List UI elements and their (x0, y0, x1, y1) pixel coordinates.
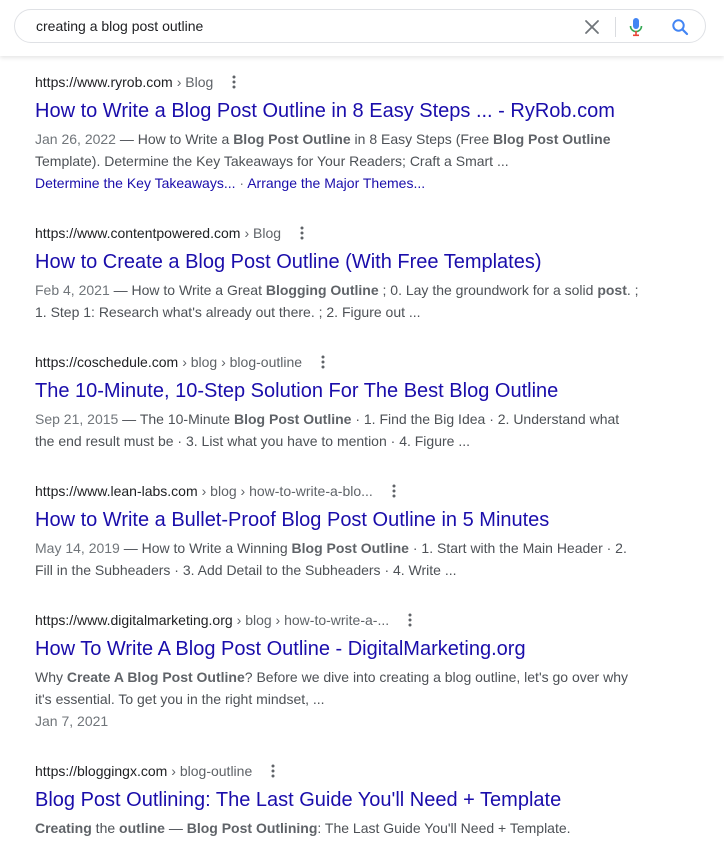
snippet-bold: Blog Post Outlining (186, 820, 318, 836)
result-citation: https://www.contentpowered.com › Blog (35, 224, 675, 242)
search-result: https://www.ryrob.com › Blog How to Writ… (35, 73, 675, 194)
result-path: › blog › blog-outline (182, 354, 303, 370)
result-options-button[interactable] (293, 224, 311, 242)
result-date: Sep 21, 2015 (35, 411, 119, 427)
result-domain: https://www.lean-labs.com (35, 483, 198, 499)
snippet-text: : The Last Guide You'll Need + Template. (317, 820, 571, 836)
search-result: https://coschedule.com › blog › blog-out… (35, 353, 675, 452)
snippet-text: How to Write a Great (131, 282, 266, 298)
result-snippet: Sep 21, 2015 — The 10-Minute Blog Post O… (35, 408, 640, 452)
snippet-text: — (109, 282, 132, 298)
result-title-link[interactable]: The 10-Minute, 10-Step Solution For The … (35, 378, 675, 404)
search-icon (672, 19, 689, 36)
result-snippet: Feb 4, 2021 — How to Write a Great Blogg… (35, 279, 640, 323)
result-citation: https://bloggingx.com › blog-outline (35, 762, 675, 780)
snippet-text: in 8 Easy Steps (Free (350, 131, 494, 147)
close-icon (585, 20, 599, 34)
snippet-text: Why (35, 669, 67, 685)
result-title-link[interactable]: Blog Post Outlining: The Last Guide You'… (35, 787, 675, 813)
result-sitelinks: Determine the Key Takeaways... · Arrange… (35, 172, 675, 194)
snippet-bold: Blog Post Outline (291, 540, 409, 556)
result-path: › blog › how-to-write-a-blo... (201, 483, 373, 499)
result-date: Feb 4, 2021 (35, 282, 110, 298)
search-result: https://www.digitalmarketing.org › blog … (35, 611, 675, 732)
result-path: › blog › how-to-write-a-... (236, 612, 390, 628)
result-options-button[interactable] (401, 611, 419, 629)
result-domain: https://www.contentpowered.com (35, 225, 241, 241)
result-domain: https://www.ryrob.com (35, 74, 173, 90)
snippet-text: — (115, 131, 138, 147)
result-path: › Blog (244, 225, 282, 241)
search-divider (615, 17, 616, 37)
result-title-link[interactable]: How To Write A Blog Post Outline - Digit… (35, 636, 675, 662)
result-path: › blog-outline (171, 763, 253, 779)
search-box[interactable] (14, 9, 706, 43)
search-result: https://www.lean-labs.com › blog › how-t… (35, 482, 675, 581)
result-snippet: Creating the outline — Blog Post Outlini… (35, 817, 640, 839)
snippet-bold: outline (119, 820, 165, 836)
snippet-text: How to Write a Winning (141, 540, 292, 556)
snippet-text: — (119, 540, 142, 556)
search-submit-button[interactable] (669, 16, 691, 38)
result-domain: https://bloggingx.com (35, 763, 168, 779)
snippet-bold: Create A Blog Post Outline (66, 669, 245, 685)
snippet-text: — (118, 411, 140, 427)
microphone-icon (629, 18, 643, 37)
snippet-bold: Creating (35, 820, 92, 836)
result-date: Jan 26, 2022 (35, 131, 116, 147)
result-domain: https://coschedule.com (35, 354, 179, 370)
snippet-bold: Blog Post Outline (234, 411, 352, 427)
result-date: May 14, 2019 (35, 540, 120, 556)
result-title-link[interactable]: How to Create a Blog Post Outline (With … (35, 249, 675, 275)
snippet-text: ; 0. Lay the groundwork for a solid (378, 282, 598, 298)
snippet-text: Template). Determine the Key Takeaways f… (35, 153, 509, 169)
snippet-bold: post (597, 282, 627, 298)
result-options-button[interactable] (264, 762, 282, 780)
search-header (0, 0, 724, 56)
result-options-button[interactable] (225, 73, 243, 91)
search-input[interactable] (36, 10, 576, 42)
more-vert-icon (300, 226, 304, 240)
snippet-text: — (164, 820, 187, 836)
more-vert-icon (392, 484, 396, 498)
more-vert-icon (271, 764, 275, 778)
result-citation: https://www.ryrob.com › Blog (35, 73, 675, 91)
search-result: https://bloggingx.com › blog-outline Blo… (35, 762, 675, 839)
sitelink-key-takeaways[interactable]: Determine the Key Takeaways... (35, 175, 236, 191)
result-options-button[interactable] (314, 353, 332, 371)
result-snippet: Why Create A Blog Post Outline? Before w… (35, 666, 640, 710)
more-vert-icon (321, 355, 325, 369)
result-title-link[interactable]: How to Write a Blog Post Outline in 8 Ea… (35, 98, 675, 124)
result-domain: https://www.digitalmarketing.org (35, 612, 233, 628)
more-vert-icon (408, 613, 412, 627)
result-path: › Blog (176, 74, 214, 90)
snippet-bold: Blogging Outline (265, 282, 379, 298)
snippet-text: How to Write a (137, 131, 234, 147)
result-snippet: Jan 26, 2022 — How to Write a Blog Post … (35, 128, 640, 172)
result-options-button[interactable] (385, 482, 403, 500)
sitelink-major-themes[interactable]: Arrange the Major Themes... (247, 175, 425, 191)
result-date: Jan 7, 2021 (35, 713, 109, 729)
clear-search-button[interactable] (581, 16, 603, 38)
snippet-bold: Blog Post Outline (233, 131, 351, 147)
more-vert-icon (232, 75, 236, 89)
result-title-link[interactable]: How to Write a Bullet-Proof Blog Post Ou… (35, 507, 675, 533)
result-citation: https://www.lean-labs.com › blog › how-t… (35, 482, 675, 500)
result-citation: https://www.digitalmarketing.org › blog … (35, 611, 675, 629)
snippet-bold: Blog Post Outline (493, 131, 611, 147)
search-result: https://www.contentpowered.com › Blog Ho… (35, 224, 675, 323)
snippet-text: The 10-Minute (139, 411, 234, 427)
snippet-text: the (91, 820, 120, 836)
voice-search-button[interactable] (625, 16, 647, 38)
result-citation: https://coschedule.com › blog › blog-out… (35, 353, 675, 371)
sitelink-separator: · (235, 175, 248, 191)
result-snippet: May 14, 2019 — How to Write a Winning Bl… (35, 537, 640, 581)
